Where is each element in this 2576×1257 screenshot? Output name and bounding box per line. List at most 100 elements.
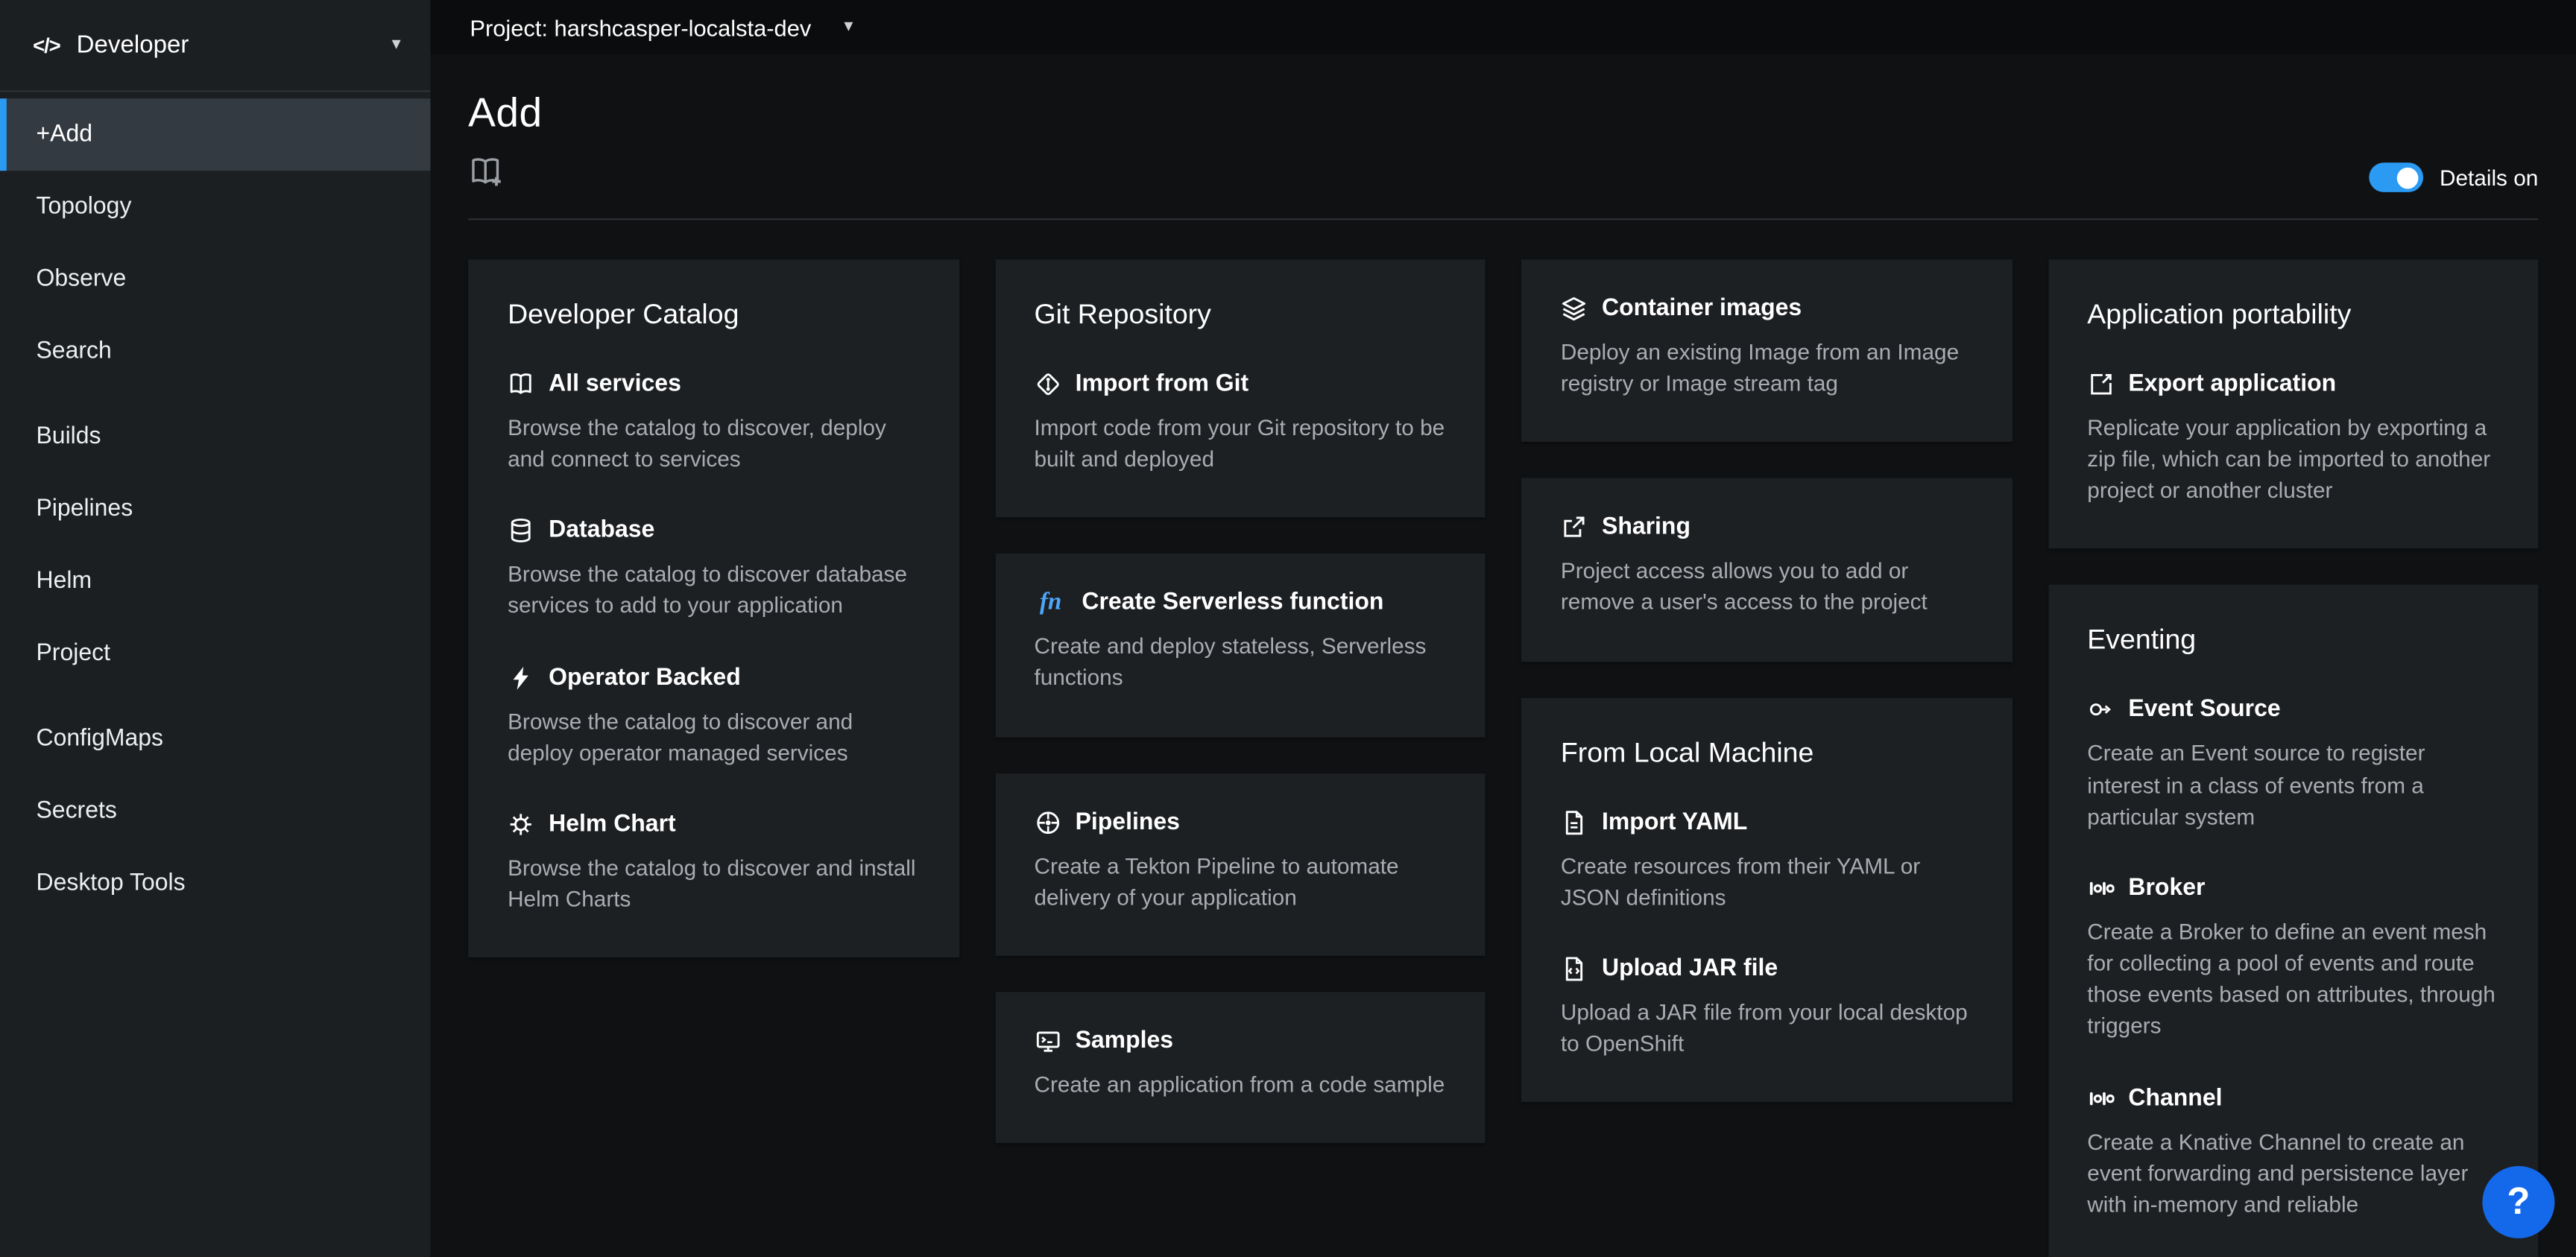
item-description: Browse the catalog to discover and insta… xyxy=(508,852,919,915)
card-pipelines: Pipelines Create a Tekton Pipeline to au… xyxy=(995,773,1486,955)
sidebar-item-builds[interactable]: Builds xyxy=(0,401,430,473)
add-item-pipelines: Pipelines Create a Tekton Pipeline to au… xyxy=(1034,809,1445,914)
item-description: Create a Tekton Pipeline to automate del… xyxy=(1034,850,1445,913)
sidebar-item-observe[interactable]: Observe xyxy=(0,243,430,315)
details-toggle[interactable] xyxy=(2369,162,2423,192)
sidebar-item-helm[interactable]: Helm xyxy=(0,545,430,618)
serverless-fn-icon: fn xyxy=(1034,590,1067,616)
item-link[interactable]: Operator Backed xyxy=(549,665,741,691)
catalog-column-3: Container images Deploy an existing Imag… xyxy=(1521,259,2012,1102)
item-link[interactable]: Create Serverless function xyxy=(1082,590,1383,616)
add-item-broker: Broker Create a Broker to define an even… xyxy=(2087,876,2498,1042)
guided-tour-button[interactable] xyxy=(468,154,504,190)
pipelines-wheel-icon xyxy=(1034,809,1060,835)
broker-icon xyxy=(2087,876,2113,902)
item-link[interactable]: Channel xyxy=(2128,1085,2222,1111)
chevron-down-icon: ▾ xyxy=(392,36,401,54)
sidebar-item-label: Helm xyxy=(36,569,92,595)
card-developer-catalog: Developer Catalog All services Browse th… xyxy=(468,259,959,957)
add-item-sharing: Sharing Project access allows you to add… xyxy=(1561,515,1972,619)
add-item-import-from-git: Import from Git Import code from your Gi… xyxy=(1034,371,1445,475)
add-item-samples: Samples Create an application from a cod… xyxy=(1034,1028,1445,1101)
perspective-switcher[interactable]: </> Developer ▾ xyxy=(0,0,430,92)
item-link[interactable]: All services xyxy=(549,371,681,397)
git-icon xyxy=(1034,371,1060,397)
item-link[interactable]: Pipelines xyxy=(1076,809,1180,835)
database-icon xyxy=(508,518,534,544)
card-container-images: Container images Deploy an existing Imag… xyxy=(1521,259,2012,442)
sidebar-item-configmaps[interactable]: ConfigMaps xyxy=(0,703,430,775)
openshift-developer-console: </> Developer ▾ +Add Topology Observe Se… xyxy=(0,0,2576,1257)
item-link[interactable]: Upload JAR file xyxy=(1602,956,1778,982)
item-description: Replicate your application by exporting … xyxy=(2087,412,2498,507)
sidebar-item-label: Secrets xyxy=(36,798,116,824)
item-description: Create an application from a code sample xyxy=(1034,1069,1445,1101)
toggle-knob-icon xyxy=(2398,167,2419,189)
main-area: Project: harshcasper-localsta-dev ▾ Add … xyxy=(430,0,2576,1257)
card-title: Eventing xyxy=(2087,625,2498,658)
item-link[interactable]: Event Source xyxy=(2128,697,2280,724)
item-link[interactable]: Broker xyxy=(2128,876,2205,902)
item-link[interactable]: Import from Git xyxy=(1076,371,1249,397)
help-button[interactable]: ? xyxy=(2482,1165,2554,1238)
catalog-column-2: Git Repository Import from Git Import co… xyxy=(995,259,1486,1143)
card-samples: Samples Create an application from a cod… xyxy=(995,992,1486,1143)
project-selector[interactable]: Project: harshcasper-localsta-dev ▾ xyxy=(470,14,853,40)
sidebar-item-label: Search xyxy=(36,338,111,364)
sidebar-item-label: +Add xyxy=(36,121,92,148)
add-item-container-images: Container images Deploy an existing Imag… xyxy=(1561,296,1972,400)
sidebar-item-desktop-tools[interactable]: Desktop Tools xyxy=(0,847,430,919)
card-title: Developer Catalog xyxy=(508,299,919,332)
sidebar-item-project[interactable]: Project xyxy=(0,618,430,690)
card-eventing: Eventing Event Source Create an Event so… xyxy=(2048,586,2538,1257)
sidebar-item-add[interactable]: +Add xyxy=(0,98,430,171)
sidebar-item-label: Topology xyxy=(36,194,131,220)
nav-group-primary: +Add Topology Observe Search xyxy=(0,98,430,387)
nav-group-secondary: Builds Pipelines Helm Project xyxy=(0,401,430,690)
sidebar-item-label: Pipelines xyxy=(36,496,133,522)
sidebar-item-label: Observe xyxy=(36,266,126,292)
add-item-all-services: All services Browse the catalog to disco… xyxy=(508,371,919,475)
add-item-event-source: Event Source Create an Event source to r… xyxy=(2087,697,2498,833)
card-title: Git Repository xyxy=(1034,299,1445,332)
item-description: Create resources from their YAML or JSON… xyxy=(1561,850,1972,913)
item-link[interactable]: Import YAML xyxy=(1602,809,1747,835)
card-sharing: Sharing Project access allows you to add… xyxy=(1521,478,2012,661)
add-page: Add Details on Developer Catalog xyxy=(430,54,2576,1257)
item-description: Browse the catalog to discover and deplo… xyxy=(508,706,919,768)
add-item-create-serverless-function: fn Create Serverless function Create and… xyxy=(1034,590,1445,694)
item-link[interactable]: Database xyxy=(549,518,654,544)
card-title: Application portability xyxy=(2087,299,2498,332)
add-item-operator-backed: Operator Backed Browse the catalog to di… xyxy=(508,665,919,769)
sidebar-item-search[interactable]: Search xyxy=(0,315,430,387)
page-header: Add Details on xyxy=(468,54,2538,199)
item-link[interactable]: Helm Chart xyxy=(549,811,676,838)
sidebar-item-topology[interactable]: Topology xyxy=(0,171,430,243)
item-link[interactable]: Export application xyxy=(2128,371,2336,397)
bolt-icon xyxy=(508,665,534,691)
item-link[interactable]: Sharing xyxy=(1602,515,1690,541)
add-item-helm-chart: Helm Chart Browse the catalog to discove… xyxy=(508,811,919,916)
sidebar-item-pipelines[interactable]: Pipelines xyxy=(0,473,430,545)
project-selector-label: Project: harshcasper-localsta-dev xyxy=(470,14,811,40)
nav-group-tertiary: ConfigMaps Secrets Desktop Tools xyxy=(0,703,430,919)
guided-tour-book-icon xyxy=(468,154,504,190)
card-serverless-function: fn Create Serverless function Create and… xyxy=(995,554,1486,736)
developer-code-icon: </> xyxy=(33,34,60,57)
add-item-database: Database Browse the catalog to discover … xyxy=(508,518,919,622)
catalog-column-4: Application portability Export applicati… xyxy=(2048,259,2538,1257)
add-item-channel: Channel Create a Knative Channel to crea… xyxy=(2087,1085,2498,1220)
details-toggle-group: Details on xyxy=(2369,162,2538,192)
sidebar-item-secrets[interactable]: Secrets xyxy=(0,775,430,847)
item-description: Browse the catalog to discover database … xyxy=(508,559,919,621)
item-link[interactable]: Container images xyxy=(1602,296,1802,322)
card-git-repository: Git Repository Import from Git Import co… xyxy=(995,259,1486,518)
add-item-upload-jar-file: Upload JAR file Upload a JAR file from y… xyxy=(1561,956,1972,1060)
share-icon xyxy=(1561,515,1587,541)
perspective-label: Developer xyxy=(77,31,189,59)
sidebar-item-label: Project xyxy=(36,641,110,667)
card-title: From Local Machine xyxy=(1561,737,1972,770)
item-description: Upload a JAR file from your local deskto… xyxy=(1561,997,1972,1060)
item-description: Browse the catalog to discover, deploy a… xyxy=(508,412,919,475)
item-link[interactable]: Samples xyxy=(1076,1028,1173,1054)
